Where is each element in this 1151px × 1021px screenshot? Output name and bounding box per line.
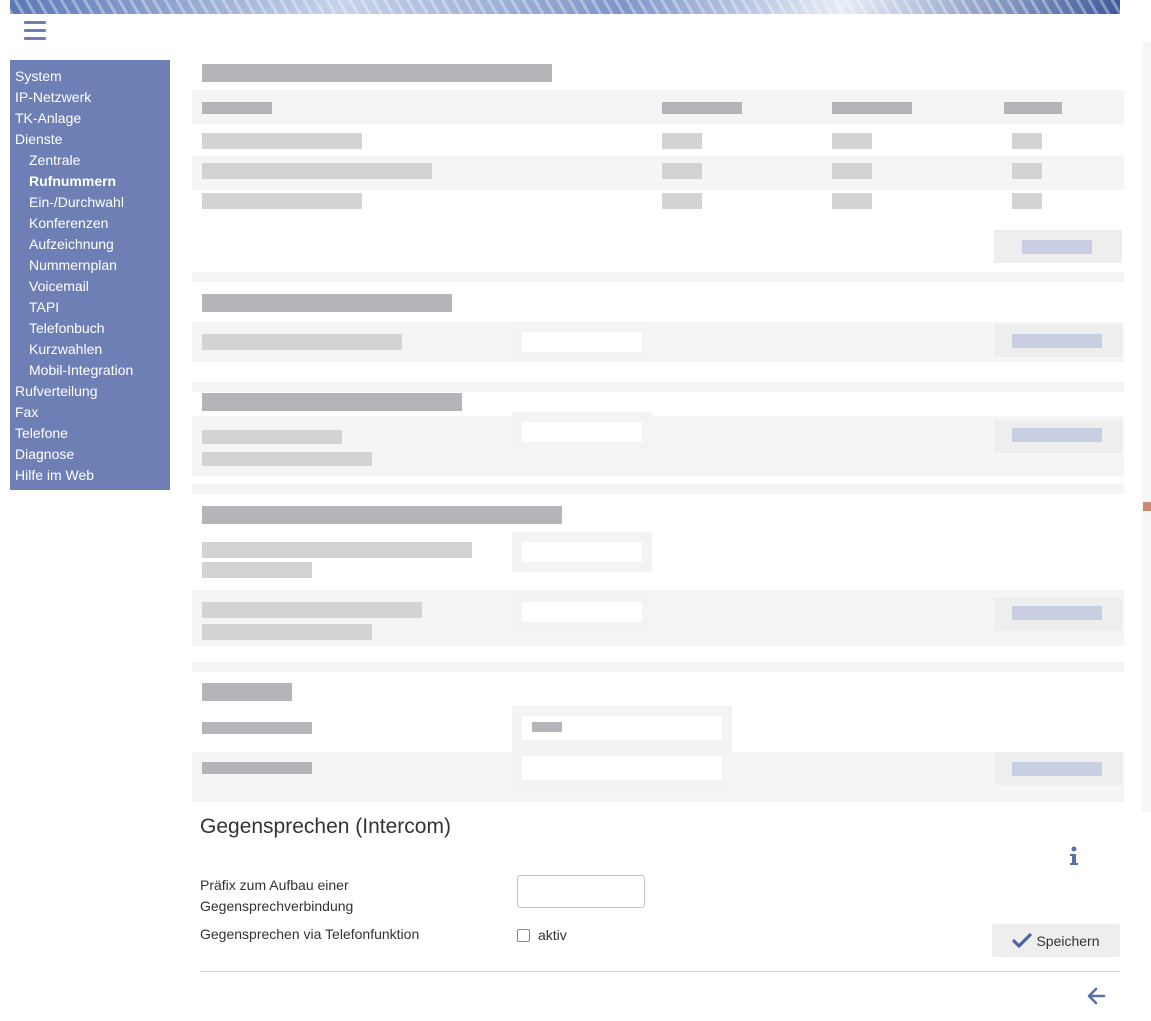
sidebar-item-ein-durchwahl[interactable]: Ein-/Durchwahl [10,192,170,213]
sidebar-item-zentrale[interactable]: Zentrale [10,150,170,171]
aktiv-checkbox-label[interactable]: aktiv [538,927,567,943]
save-button-label: Speichern [1036,932,1100,949]
sidebar-item-voicemail[interactable]: Voicemail [10,276,170,297]
sidebar-nav: System IP-Netzwerk TK-Anlage Dienste Zen… [10,60,170,490]
obscured-content [192,60,1124,810]
aktiv-checkbox[interactable] [517,928,530,942]
sidebar-item-ip-netzwerk[interactable]: IP-Netzwerk [10,87,170,108]
sidebar-item-telefone[interactable]: Telefone [10,423,170,444]
scroll-marker [1143,502,1151,511]
sidebar-item-kurzwahlen[interactable]: Kurzwahlen [10,339,170,360]
prefix-label-line1: Präfix zum Aufbau einer [200,877,349,893]
sidebar-item-hilfe-im-web[interactable]: Hilfe im Web [10,465,170,486]
checkmark-icon [1012,932,1033,948]
prefix-input[interactable] [517,875,645,908]
section-title-intercom: Gegensprechen (Intercom) [200,815,451,838]
sidebar-item-rufverteilung[interactable]: Rufverteilung [10,381,170,402]
sidebar-item-rufnummern[interactable]: Rufnummern [10,171,170,192]
sidebar-item-dienste[interactable]: Dienste [10,129,170,150]
sidebar-item-mobil-integration[interactable]: Mobil-Integration [10,360,170,381]
scroll-track [1142,42,1151,812]
prefix-label-line2: Gegensprechverbindung [200,898,354,914]
sidebar-item-tapi[interactable]: TAPI [10,297,170,318]
back-arrow-icon[interactable] [1086,986,1106,1006]
prefix-label: Präfix zum Aufbau einer Gegensprechverbi… [200,875,353,917]
phone-function-label: Gegensprechen via Telefonfunktion [200,926,420,942]
info-icon[interactable] [1064,845,1084,867]
sidebar-item-konferenzen[interactable]: Konferenzen [10,213,170,234]
sidebar-item-fax[interactable]: Fax [10,402,170,423]
hamburger-menu-icon[interactable] [24,21,46,40]
sidebar-item-nummernplan[interactable]: Nummernplan [10,255,170,276]
aktiv-checkbox-group: aktiv [517,926,567,944]
sidebar-item-diagnose[interactable]: Diagnose [10,444,170,465]
save-button[interactable]: Speichern [992,924,1120,957]
sidebar-item-system[interactable]: System [10,66,170,87]
header-banner [10,0,1120,14]
sidebar-item-telefonbuch[interactable]: Telefonbuch [10,318,170,339]
sidebar-item-tk-anlage[interactable]: TK-Anlage [10,108,170,129]
divider [200,971,1120,972]
sidebar-item-aufzeichnung[interactable]: Aufzeichnung [10,234,170,255]
